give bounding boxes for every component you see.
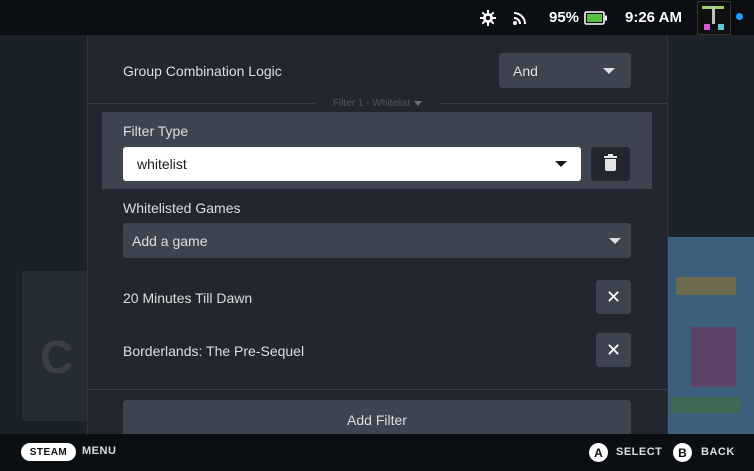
background-logo: C [40,331,74,383]
group-logic-dropdown[interactable]: And [499,53,631,88]
background-game-art [666,237,754,435]
filter-section-title-text: Filter 1 - Whitelist [332,98,411,109]
filter-type-value: whitelist [137,156,187,172]
bottom-bar: STEAM MENU A SELECT B BACK [0,434,754,471]
menu-label: MENU [82,445,117,457]
background-library-right [666,35,754,435]
b-button-icon[interactable]: B [673,443,692,462]
wifi-icon [512,0,528,35]
settings-gear-icon[interactable] [480,0,496,35]
steam-button[interactable]: STEAM [21,443,76,461]
group-logic-value: And [513,62,538,79]
user-avatar[interactable] [697,0,731,35]
chevron-down-icon [609,238,621,244]
whitelisted-games-label: Whitelisted Games [123,200,241,216]
whitelisted-game-label: Borderlands: The Pre-Sequel [123,343,305,359]
add-game-dropdown[interactable]: Add a game [123,223,631,258]
battery-icon [584,0,608,35]
clock: 9:26 AM [625,9,682,26]
chevron-down-icon [555,161,567,167]
background-library-left: C [0,35,87,434]
select-label: SELECT [616,446,663,458]
filter-type-block: Filter Type whitelist [102,112,652,189]
filter-modal: Group Combination Logic And Filter 1 - W… [87,35,668,434]
status-bar: 95% 9:26 AM [0,0,754,35]
filter-type-label: Filter Type [123,123,189,139]
collapse-triangle-icon [414,100,423,106]
chevron-down-icon [603,68,615,74]
whitelisted-game-label: 20 Minutes Till Dawn [123,290,253,306]
a-button-icon[interactable]: A [589,443,608,462]
delete-filter-button[interactable] [591,147,630,181]
back-label: BACK [701,446,735,458]
section-divider [88,389,667,390]
close-icon: ✕ [605,286,622,307]
filter-section-title[interactable]: Filter 1 - Whitelist [315,97,440,111]
remove-game-button[interactable]: ✕ [596,333,631,367]
filter-type-dropdown[interactable]: whitelist [123,147,581,181]
battery-percent: 95% [549,9,580,26]
remove-game-button[interactable]: ✕ [596,280,631,314]
add-game-placeholder: Add a game [132,232,208,249]
notification-dot [736,13,743,20]
group-logic-label: Group Combination Logic [123,63,282,79]
close-icon: ✕ [605,339,622,360]
add-filter-button[interactable]: Add Filter [123,400,631,434]
